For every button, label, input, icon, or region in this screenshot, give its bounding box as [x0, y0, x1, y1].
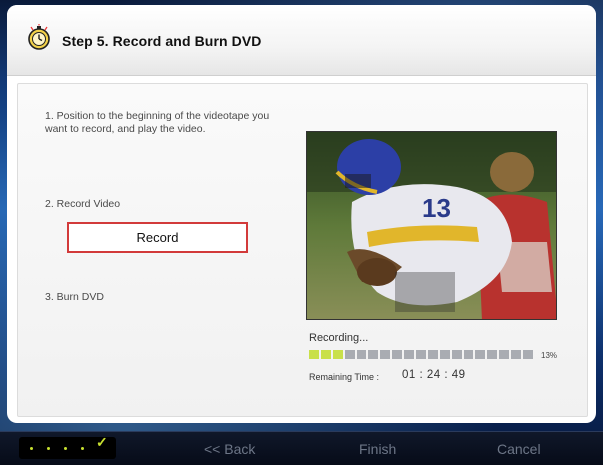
progress-segment	[463, 350, 474, 359]
video-preview: 13	[306, 131, 557, 320]
progress-segment	[309, 350, 319, 359]
timer-icon	[28, 24, 50, 50]
video-preview-image: 13	[307, 132, 556, 319]
progress-segment	[499, 350, 510, 359]
progress-segment	[427, 350, 438, 359]
step-dot	[64, 447, 67, 450]
progress-segment	[320, 350, 331, 359]
back-button[interactable]: << Back	[204, 441, 255, 457]
progress-segment	[404, 350, 415, 359]
checkmark-icon: ✓	[96, 434, 108, 450]
progress-segment	[511, 350, 522, 359]
progress-percent: 13%	[541, 351, 558, 360]
finish-button[interactable]: Finish	[359, 441, 396, 457]
progress-bar	[309, 350, 533, 359]
progress-segment	[475, 350, 486, 359]
progress-segment	[451, 350, 462, 359]
cancel-button[interactable]: Cancel	[497, 441, 541, 457]
progress-segment	[380, 350, 391, 359]
instruction-step-3: 3. Burn DVD	[45, 291, 104, 303]
progress-segment	[439, 350, 450, 359]
instruction-step-1: 1. Position to the beginning of the vide…	[45, 110, 270, 135]
page-title: Step 5. Record and Burn DVD	[62, 33, 262, 49]
progress-segment	[332, 350, 343, 359]
step-dot	[81, 447, 84, 450]
progress-segment	[356, 350, 367, 359]
step-dot	[30, 447, 33, 450]
remaining-time-label: Remaining Time :	[309, 372, 380, 382]
svg-text:13: 13	[422, 193, 451, 223]
progress-segment	[368, 350, 379, 359]
instruction-step-2: 2. Record Video	[45, 198, 121, 210]
recording-status: Recording...	[309, 332, 369, 344]
progress-segment	[523, 350, 533, 359]
record-button[interactable]: Record	[67, 222, 248, 253]
remaining-time-value: 01 : 24 : 49	[402, 369, 466, 381]
progress-segment	[392, 350, 403, 359]
progress-segment	[416, 350, 426, 359]
progress-segment	[487, 350, 498, 359]
progress-segment	[344, 350, 355, 359]
step-dot	[47, 447, 50, 450]
